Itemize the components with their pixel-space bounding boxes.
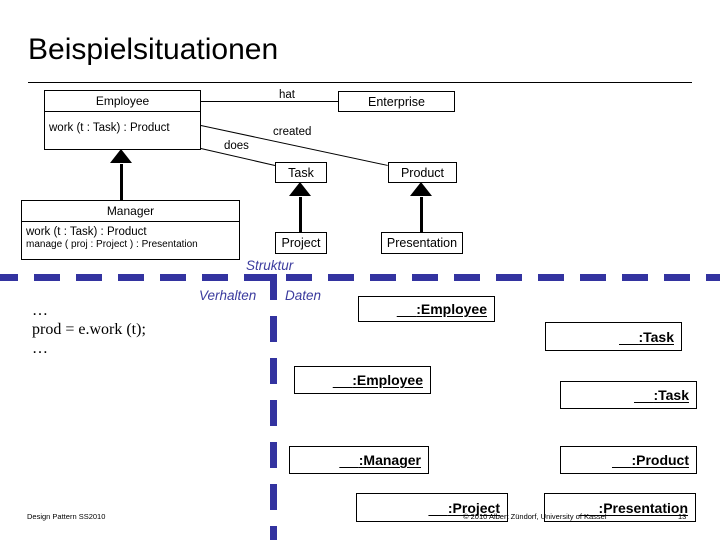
association-label-created: created — [271, 126, 314, 138]
uml-class-project-name: Project — [281, 236, 321, 250]
uml-class-product-name: Product — [400, 165, 445, 180]
footer-course-label: Design Pattern SS2010 — [27, 512, 106, 521]
uml-object-employee-2[interactable]: :Employee — [294, 366, 431, 394]
uml-object-manager[interactable]: :Manager — [289, 446, 429, 474]
zone-label-daten: Daten — [285, 288, 322, 303]
uml-class-employee-operations: work (t : Task) : Product — [45, 112, 200, 138]
uml-class-manager-operations: work (t : Task) : Product manage ( proj … — [22, 222, 239, 255]
zone-label-struktur: Struktur — [246, 258, 294, 273]
uml-object-task-2[interactable]: :Task — [560, 381, 697, 409]
zone-label-verhalten: Verhalten — [199, 288, 257, 303]
code-line: prod = e.work (t); — [32, 321, 146, 338]
generalization-arrow-project — [289, 182, 311, 197]
uml-object-label: :Employee — [352, 372, 423, 388]
code-line: … — [32, 302, 48, 319]
association-label-hat: hat — [277, 89, 297, 101]
generalization-stem-project — [299, 196, 302, 233]
uml-class-manager-name: Manager — [106, 204, 155, 218]
uml-object-label: :Task — [653, 387, 689, 403]
uml-class-employee-name: Employee — [95, 94, 150, 108]
uml-object-label: :Manager — [358, 452, 421, 468]
code-line: … — [32, 339, 48, 357]
uml-object-label: :Task — [638, 328, 674, 345]
uml-operation: manage ( proj : Project ) : Presentation — [26, 239, 198, 251]
uml-object-product[interactable]: :Product — [560, 446, 697, 474]
slide-canvas: Beispielsituationen hat created does Emp… — [0, 0, 720, 540]
uml-object-label: :Employee — [416, 301, 487, 317]
association-line-hat — [201, 101, 338, 102]
divider-vertical-verhalten-daten — [270, 274, 277, 540]
generalization-arrow-presentation — [410, 182, 432, 197]
uml-class-enterprise-name: Enterprise — [368, 94, 425, 109]
uml-object-label: :Product — [631, 452, 689, 468]
uml-class-project[interactable]: Project — [275, 232, 327, 254]
uml-operation: work (t : Task) : Product — [26, 226, 147, 238]
uml-object-task-1[interactable]: :Task — [545, 322, 682, 351]
uml-operation: work (t : Task) : Product — [49, 122, 170, 134]
page-title: Beispielsituationen — [28, 33, 279, 66]
uml-class-presentation-name: Presentation — [386, 236, 458, 250]
generalization-stem-presentation — [420, 196, 423, 233]
uml-class-enterprise[interactable]: Enterprise — [338, 91, 455, 112]
generalization-stem-manager — [120, 163, 123, 201]
association-label-does: does — [222, 140, 251, 152]
uml-class-task[interactable]: Task — [275, 162, 327, 183]
code-snippet: … prod = e.work (t); … — [32, 303, 146, 357]
uml-class-presentation[interactable]: Presentation — [381, 232, 463, 254]
uml-class-task-name: Task — [288, 165, 314, 180]
uml-class-product[interactable]: Product — [388, 162, 457, 183]
generalization-arrow-manager — [110, 149, 132, 164]
uml-class-manager[interactable]: Manager work (t : Task) : Product manage… — [21, 200, 240, 260]
footer-page-number: 13 — [678, 512, 687, 521]
footer-copyright: © 2010 Albert Zündorf, University of Kas… — [463, 512, 607, 521]
title-divider — [28, 82, 692, 83]
uml-object-employee-1[interactable]: :Employee — [358, 296, 495, 322]
divider-horizontal-struktur — [0, 274, 720, 281]
uml-class-employee[interactable]: Employee work (t : Task) : Product — [44, 90, 201, 150]
